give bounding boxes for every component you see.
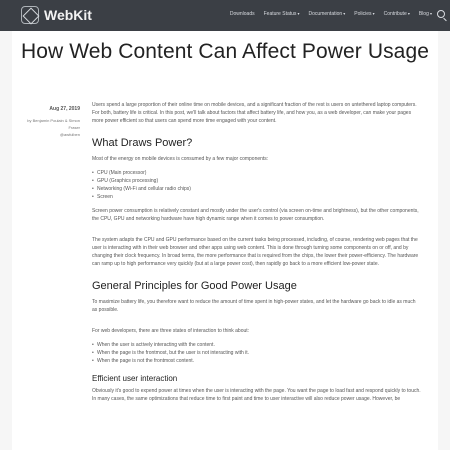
paragraph: The system adapts the CPU and GPU perfor… — [92, 237, 419, 267]
list-item: When the page is not the frontmost conte… — [92, 357, 422, 365]
list-item: CPU (Main processor) — [92, 169, 422, 177]
interaction-states-list: When the user is actively interacting wi… — [92, 341, 422, 365]
author-handle-link[interactable]: @awfulben — [22, 131, 80, 138]
list-item: When the user is actively interacting wi… — [92, 341, 422, 349]
paragraph: To maximize battery life, you therefore … — [92, 299, 416, 313]
nav-documentation[interactable]: Documentation — [309, 11, 346, 17]
page-title: How Web Content Can Affect Power Usage — [20, 40, 430, 63]
section-heading-what-draws-power: What Draws Power? — [92, 137, 193, 149]
post-date: Aug 27, 2019 — [49, 106, 80, 112]
paragraph: For web developers, there are three stat… — [92, 328, 250, 334]
list-item: GPU (Graphics processing) — [92, 177, 422, 185]
list-item: Screen — [92, 193, 422, 201]
nav-contribute[interactable]: Contribute — [384, 11, 410, 17]
brand-name[interactable]: WebKit — [44, 7, 92, 23]
nav-blog[interactable]: Blog — [419, 11, 432, 17]
article-meta: Aug 27, 2019 by Benjamin Poulain & Simon… — [22, 106, 80, 138]
main-nav: Downloads Feature Status Documentation P… — [230, 11, 432, 17]
paragraph: Screen power consumption is relatively c… — [92, 208, 419, 222]
nav-downloads[interactable]: Downloads — [230, 11, 255, 17]
section-heading-general-principles: General Principles for Good Power Usage — [92, 280, 297, 292]
search-icon[interactable] — [437, 10, 445, 18]
paragraph: Obviously it's good to expend power at t… — [92, 388, 421, 402]
paragraph: Most of the energy on mobile devices is … — [92, 156, 269, 162]
list-item: When the page is the frontmost, but the … — [92, 349, 422, 357]
nav-feature-status[interactable]: Feature Status — [264, 11, 300, 17]
section-heading-efficient-user-interaction: Efficient user interaction — [92, 374, 178, 383]
post-author: by Benjamin Poulain & Simon Fraser — [27, 118, 80, 130]
article-body: Users spend a large proportion of their … — [92, 101, 422, 409]
list-item: Networking (Wi-Fi and cellular radio chi… — [92, 185, 422, 193]
component-list: CPU (Main processor) GPU (Graphics proce… — [92, 169, 422, 201]
intro-paragraph: Users spend a large proportion of their … — [92, 102, 417, 124]
article-page: How Web Content Can Affect Power Usage A… — [12, 31, 438, 450]
top-navigation-bar: WebKit Downloads Feature Status Document… — [0, 0, 450, 31]
nav-policies[interactable]: Policies — [354, 11, 374, 17]
webkit-logo-icon[interactable] — [21, 6, 39, 24]
